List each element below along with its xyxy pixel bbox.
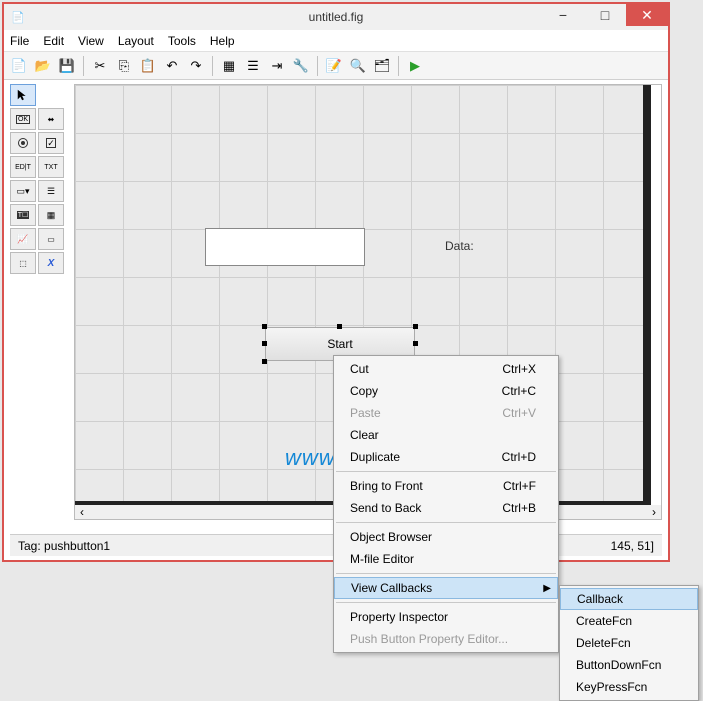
ctx-mfile-editor[interactable]: M-file Editor [334, 548, 558, 570]
ctx-property-inspector[interactable]: Property Inspector [334, 606, 558, 628]
toggle-button-tool[interactable]: T☐ [10, 204, 36, 226]
maximize-button[interactable]: □ [584, 4, 626, 26]
pushbutton-tool[interactable]: OK [10, 108, 36, 130]
popup-menu-tool[interactable]: ▭▾ [10, 180, 36, 202]
mfile-editor-icon[interactable]: 📝 [323, 55, 345, 77]
table-tool[interactable]: ▦ [38, 204, 64, 226]
menu-bar: File Edit View Layout Tools Help [4, 30, 668, 52]
panel-tool[interactable]: ▭ [38, 228, 64, 250]
toolbar-sep [398, 56, 399, 76]
ctx-cut[interactable]: CutCtrl+X [334, 358, 558, 380]
submenu-arrow-icon: ▶ [543, 583, 551, 594]
static-text-data[interactable]: Data: [445, 239, 474, 253]
ctx-object-browser[interactable]: Object Browser [334, 526, 558, 548]
ctx-copy[interactable]: CopyCtrl+C [334, 380, 558, 402]
submenu-createfcn[interactable]: CreateFcn [560, 610, 698, 632]
radio-tool[interactable] [10, 132, 36, 154]
menu-tools[interactable]: Tools [168, 34, 196, 48]
minimize-button[interactable]: − [542, 4, 584, 26]
edit-text-component[interactable] [205, 228, 365, 266]
cut-icon[interactable]: ✂ [89, 55, 111, 77]
submenu-buttondownfcn[interactable]: ButtonDownFcn [560, 654, 698, 676]
title-bar: 📄 untitled.fig − □ ✕ [4, 4, 668, 30]
component-palette: OK ⬌ ED|T TXT ▭▾ ☰ T☐ ▦ 📈 ▭ [10, 84, 68, 274]
submenu-keypressfcn[interactable]: KeyPressFcn [560, 676, 698, 698]
ctx-send-to-back[interactable]: Send to BackCtrl+B [334, 497, 558, 519]
menu-separator [336, 602, 556, 603]
activex-tool[interactable]: X [38, 252, 64, 274]
close-button[interactable]: ✕ [626, 4, 668, 26]
submenu-callback[interactable]: Callback [560, 588, 698, 610]
context-menu: CutCtrl+X CopyCtrl+C PasteCtrl+V Clear D… [333, 355, 559, 653]
copy-icon[interactable]: ⎘ [113, 55, 135, 77]
menu-separator [336, 522, 556, 523]
run-icon[interactable]: ▶ [404, 55, 426, 77]
view-callbacks-submenu: Callback CreateFcn DeleteFcn ButtonDownF… [559, 585, 699, 701]
redo-icon[interactable]: ↷ [185, 55, 207, 77]
edit-text-tool[interactable]: ED|T [10, 156, 36, 178]
scroll-right-arrow[interactable]: › [647, 505, 661, 519]
menu-view[interactable]: View [78, 34, 104, 48]
ctx-paste: PasteCtrl+V [334, 402, 558, 424]
status-coords: 145, 51] [611, 539, 654, 553]
scroll-left-arrow[interactable]: ‹ [75, 505, 89, 519]
ctx-view-callbacks[interactable]: View Callbacks▶ [334, 577, 558, 599]
canvas-edge-right [643, 85, 651, 505]
open-icon[interactable]: 📂 [32, 55, 54, 77]
toolbar: 📄 📂 💾 ✂ ⎘ 📋 ↶ ↷ ▦ ☰ ⇥ 🔧 📝 🔍 🗂 ▶ [4, 52, 668, 80]
ctx-push-button-property-editor: Push Button Property Editor... [334, 628, 558, 650]
ctx-bring-to-front[interactable]: Bring to FrontCtrl+F [334, 475, 558, 497]
align-icon[interactable]: ▦ [218, 55, 240, 77]
button-group-tool[interactable]: ⬚ [10, 252, 36, 274]
ctx-duplicate[interactable]: DuplicateCtrl+D [334, 446, 558, 468]
menu-separator [336, 573, 556, 574]
checkbox-tool[interactable] [38, 132, 64, 154]
menu-editor-icon[interactable]: ☰ [242, 55, 264, 77]
static-text-tool[interactable]: TXT [38, 156, 64, 178]
menu-file[interactable]: File [10, 34, 29, 48]
toolbar-sep [83, 56, 84, 76]
ctx-clear[interactable]: Clear [334, 424, 558, 446]
menu-edit[interactable]: Edit [43, 34, 64, 48]
slider-tool[interactable]: ⬌ [38, 108, 64, 130]
paste-icon[interactable]: 📋 [137, 55, 159, 77]
menu-layout[interactable]: Layout [118, 34, 154, 48]
property-inspector-icon[interactable]: 🔍 [347, 55, 369, 77]
object-browser-icon[interactable]: 🗂 [371, 55, 393, 77]
pushbutton-label: Start [327, 337, 352, 351]
save-icon[interactable]: 💾 [56, 55, 78, 77]
select-tool[interactable] [10, 84, 36, 106]
menu-separator [336, 471, 556, 472]
undo-icon[interactable]: ↶ [161, 55, 183, 77]
window-controls: − □ ✕ [542, 4, 668, 26]
tab-order-icon[interactable]: ⇥ [266, 55, 288, 77]
menu-help[interactable]: Help [210, 34, 235, 48]
listbox-tool[interactable]: ☰ [38, 180, 64, 202]
new-icon[interactable]: 📄 [8, 55, 30, 77]
toolbar-editor-icon[interactable]: 🔧 [290, 55, 312, 77]
status-tag: Tag: pushbutton1 [18, 539, 110, 553]
toolbar-sep [317, 56, 318, 76]
axes-tool[interactable]: 📈 [10, 228, 36, 250]
app-icon: 📄 [10, 9, 26, 25]
submenu-deletefcn[interactable]: DeleteFcn [560, 632, 698, 654]
toolbar-sep [212, 56, 213, 76]
